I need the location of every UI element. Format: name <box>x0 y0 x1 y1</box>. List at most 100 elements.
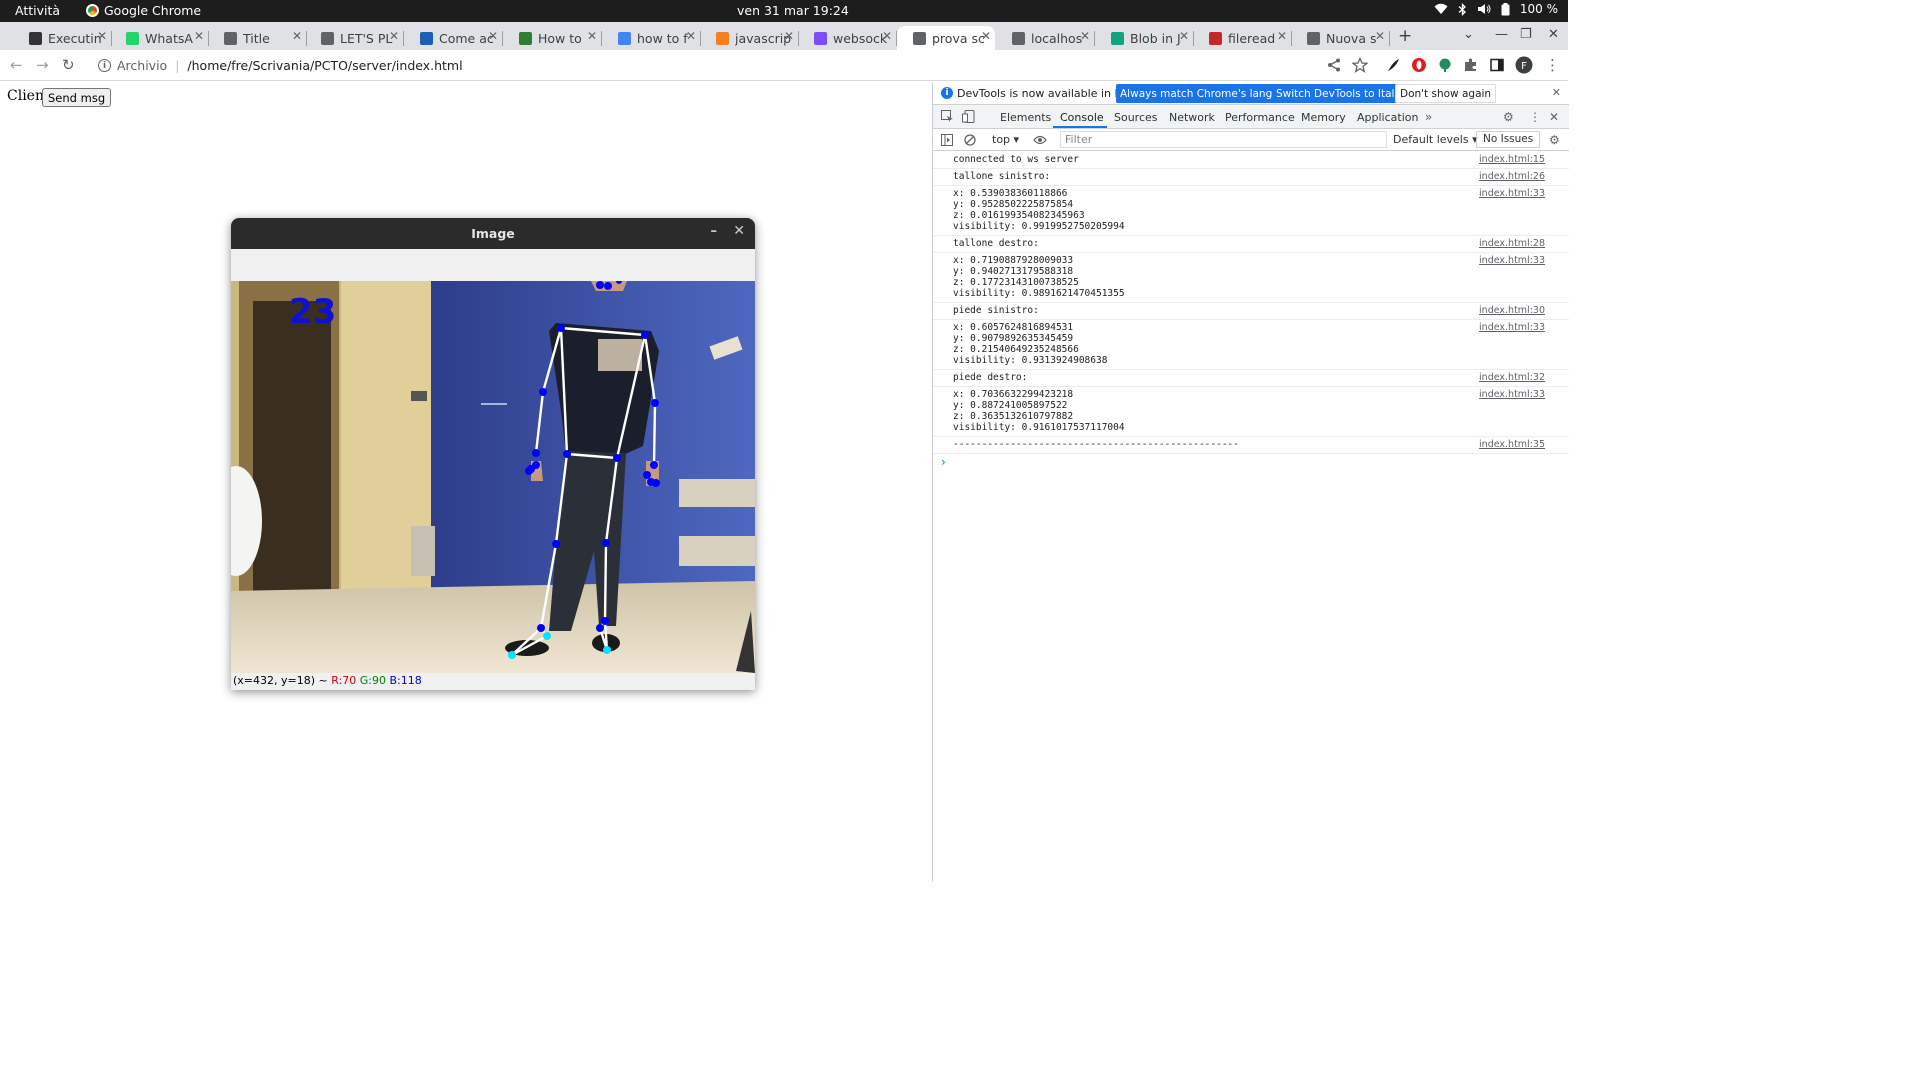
close-infobar-icon[interactable]: ✕ <box>1552 86 1561 99</box>
site-info-icon[interactable]: i <box>98 59 111 72</box>
close-tab-icon[interactable]: ✕ <box>686 29 696 43</box>
context-selector[interactable]: top ▾ <box>992 133 1019 146</box>
tab-performance[interactable]: Performance <box>1225 111 1295 124</box>
clock[interactable]: ven 31 mar 19:24 <box>737 3 849 18</box>
console-source-link[interactable]: index.html:32 <box>1479 372 1545 383</box>
browser-tab[interactable]: fileread ✕ <box>1193 26 1292 50</box>
back-icon[interactable]: ← <box>10 56 23 74</box>
address-bar[interactable]: i Archivio | /home/fre/Scrivania/PCTO/se… <box>90 53 1380 78</box>
switch-to-italian-button[interactable]: Switch DevTools to Italian <box>1272 84 1415 103</box>
console-source-link[interactable]: index.html:30 <box>1479 305 1545 316</box>
browser-tab[interactable]: websock ✕ <box>798 26 897 50</box>
tab-memory[interactable]: Memory <box>1301 111 1346 124</box>
close-tab-icon[interactable]: ✕ <box>488 29 498 43</box>
close-tab-icon[interactable]: ✕ <box>1080 29 1090 43</box>
close-tab-icon[interactable]: ✕ <box>1277 29 1287 43</box>
browser-tab[interactable]: Come ac ✕ <box>404 26 503 50</box>
send-msg-button[interactable]: Send msg <box>42 88 112 107</box>
browser-tab[interactable]: how to f ✕ <box>602 26 701 50</box>
console-message: x: 0.6057624816894531 y: 0.9079892635345… <box>933 320 1569 370</box>
minimize-window-icon[interactable]: – <box>711 224 718 239</box>
console-message-text: piede destro: <box>953 372 1028 383</box>
browser-tab[interactable]: javascrip ✕ <box>700 26 799 50</box>
tab-application[interactable]: Application <box>1357 111 1418 124</box>
console-source-link[interactable]: index.html:33 <box>1479 255 1545 266</box>
console-source-link[interactable]: index.html:15 <box>1479 154 1545 165</box>
frame-counter: 23 <box>289 292 336 332</box>
close-tab-icon[interactable]: ✕ <box>1375 29 1385 43</box>
close-tab-icon[interactable]: ✕ <box>981 29 991 43</box>
minimize-icon[interactable]: — <box>1495 27 1508 42</box>
extension-opera-icon[interactable] <box>1411 57 1427 73</box>
system-tray[interactable]: 100 % <box>1434 2 1558 16</box>
close-window-icon[interactable]: ✕ <box>1548 27 1559 42</box>
restore-icon[interactable]: ❐ <box>1520 27 1532 42</box>
window-titlebar[interactable]: Image – ✕ <box>231 218 755 249</box>
new-tab-button[interactable]: + <box>1398 26 1412 46</box>
console-filter-input[interactable]: Filter <box>1060 131 1387 148</box>
system-top-bar: Attività Google Chrome ven 31 mar 19:24 … <box>0 0 1568 22</box>
live-expression-eye-icon[interactable] <box>1033 135 1047 145</box>
profile-avatar[interactable]: F <box>1515 56 1533 74</box>
browser-tab[interactable]: LET'S PL ✕ <box>305 26 404 50</box>
tab-sources[interactable]: Sources <box>1114 111 1158 124</box>
tab-elements[interactable]: Elements <box>1000 111 1051 124</box>
opencv-image-window[interactable]: Image – ✕ 23 (x=432, y=18) ~ R:70 G:90 B… <box>231 218 755 690</box>
close-window-button-icon[interactable]: ✕ <box>733 223 745 239</box>
console-message: tallone destro: index.html:28 <box>933 236 1569 253</box>
webcam-pose-image[interactable]: 23 <box>231 281 755 673</box>
tab-favicon-icon <box>321 31 334 45</box>
console-source-link[interactable]: index.html:33 <box>1479 322 1545 333</box>
close-tab-icon[interactable]: ✕ <box>587 29 597 43</box>
devtools-menu-icon[interactable]: ⋮ <box>1529 110 1541 124</box>
log-levels-dropdown[interactable]: Default levels ▾ <box>1393 133 1478 146</box>
bookmark-star-icon[interactable] <box>1352 57 1368 73</box>
console-source-link[interactable]: index.html:26 <box>1479 171 1545 182</box>
extensions-puzzle-icon[interactable] <box>1463 57 1479 73</box>
share-icon[interactable] <box>1326 57 1342 73</box>
browser-tab[interactable]: prova sc ✕ <box>897 26 995 50</box>
extension-feather-icon[interactable] <box>1385 57 1401 73</box>
browser-tab[interactable]: WhatsA ✕ <box>110 26 209 50</box>
reload-icon[interactable]: ↻ <box>62 56 75 74</box>
browser-tab[interactable]: Nuova s ✕ <box>1291 26 1390 50</box>
device-toolbar-icon[interactable] <box>962 110 975 123</box>
console-source-link[interactable]: index.html:33 <box>1479 188 1545 199</box>
console-settings-gear-icon[interactable]: ⚙ <box>1549 133 1560 147</box>
tab-search-icon[interactable]: ⌄ <box>1463 27 1474 42</box>
forward-icon[interactable]: → <box>36 56 49 74</box>
app-menu[interactable]: Google Chrome <box>86 3 201 18</box>
separator: | <box>175 58 180 73</box>
side-panel-icon[interactable] <box>1489 57 1505 73</box>
more-tabs-icon[interactable]: » <box>1425 110 1432 124</box>
close-tab-icon[interactable]: ✕ <box>882 29 892 43</box>
close-tab-icon[interactable]: ✕ <box>1179 29 1189 43</box>
show-sidebar-icon[interactable] <box>941 134 953 146</box>
close-tab-icon[interactable]: ✕ <box>292 29 302 43</box>
dont-show-again-button[interactable]: Don't show again <box>1395 84 1497 103</box>
console-source-link[interactable]: index.html:28 <box>1479 238 1545 249</box>
tab-console[interactable]: Console <box>1060 111 1104 124</box>
browser-tab[interactable]: How to ✕ <box>503 26 602 50</box>
tab-favicon-icon <box>1111 31 1124 45</box>
close-tab-icon[interactable]: ✕ <box>784 29 794 43</box>
close-tab-icon[interactable]: ✕ <box>389 29 399 43</box>
extension-shield-icon[interactable] <box>1437 57 1453 73</box>
console-prompt[interactable]: › <box>933 454 1569 469</box>
clear-console-icon[interactable] <box>964 134 976 146</box>
browser-tab[interactable]: Title ✕ <box>208 26 307 50</box>
browser-tab[interactable]: localhos ✕ <box>996 26 1095 50</box>
close-tab-icon[interactable]: ✕ <box>194 29 204 43</box>
settings-gear-icon[interactable]: ⚙ <box>1503 110 1514 124</box>
tab-network[interactable]: Network <box>1169 111 1215 124</box>
browser-tab[interactable]: Executin ✕ <box>13 26 112 50</box>
close-devtools-icon[interactable]: ✕ <box>1549 110 1559 124</box>
activities-button[interactable]: Attività <box>15 3 60 18</box>
browser-tab[interactable]: Blob in J ✕ <box>1095 26 1194 50</box>
console-source-link[interactable]: index.html:33 <box>1479 389 1545 400</box>
console-source-link[interactable]: index.html:35 <box>1479 439 1545 450</box>
chrome-menu-icon[interactable]: ⋮ <box>1545 56 1560 74</box>
close-tab-icon[interactable]: ✕ <box>97 29 107 43</box>
inspect-element-icon[interactable] <box>941 110 954 123</box>
issues-button[interactable]: No Issues <box>1476 131 1541 148</box>
